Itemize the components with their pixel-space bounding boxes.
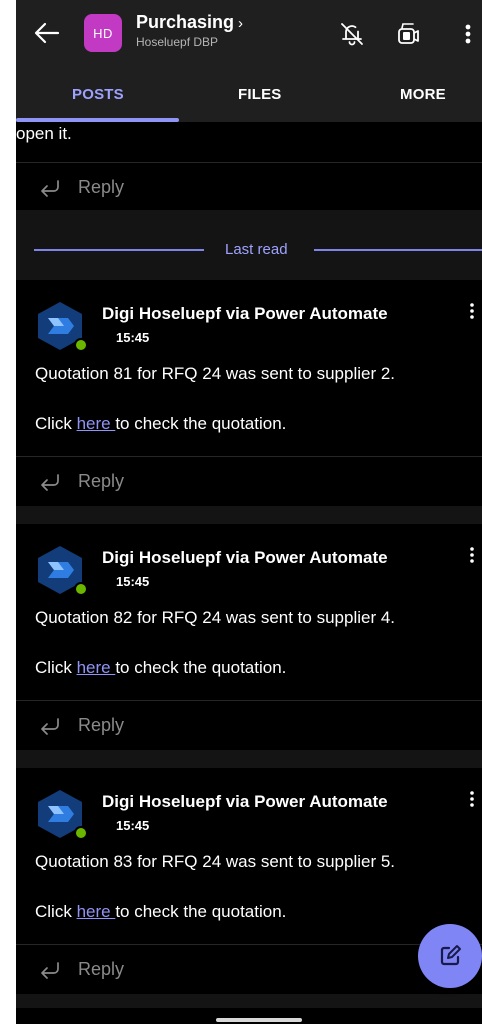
home-indicator[interactable] xyxy=(216,1018,302,1022)
divider xyxy=(16,700,482,701)
reply-label: Reply xyxy=(78,959,125,979)
more-vertical-icon[interactable] xyxy=(464,300,480,324)
quotation-link[interactable]: here xyxy=(77,414,116,433)
post-message: Quotation 81 for RFQ 24 was sent to supp… xyxy=(35,364,396,383)
post-message: open it. xyxy=(16,124,72,143)
tab-files[interactable]: FILES xyxy=(238,86,282,103)
divider xyxy=(16,944,482,945)
post-link-line: Click here to check the quotation. xyxy=(35,902,286,922)
compose-icon xyxy=(440,945,461,966)
last-read-separator: Last read xyxy=(16,210,482,280)
post-link-line: Click here to check the quotation. xyxy=(35,658,286,678)
channel-title-block[interactable]: Purchasing › Hoseluepf DBP xyxy=(136,12,243,49)
reply-arrow-icon xyxy=(41,962,59,979)
reply-button[interactable]: Reply xyxy=(16,946,482,994)
last-read-label: Last read xyxy=(225,241,288,258)
quotation-link[interactable]: here xyxy=(77,658,116,677)
channel-title: Purchasing xyxy=(136,12,235,32)
more-vertical-icon[interactable] xyxy=(464,544,480,568)
link-prefix: Click xyxy=(35,658,77,677)
sender-name[interactable]: Digi Hoseluepf via Power Automate xyxy=(102,548,388,568)
reply-button[interactable]: Reply xyxy=(16,458,482,506)
presence-icon xyxy=(74,826,88,840)
reply-label: Reply xyxy=(78,471,125,491)
post-time: 15:45 xyxy=(116,330,150,345)
presence-icon xyxy=(74,338,88,352)
post-card: Digi Hoseluepf via Power Automate 15:45 … xyxy=(16,768,482,994)
bell-off-icon[interactable] xyxy=(338,20,366,48)
app-header: HD Purchasing › Hoseluepf DBP xyxy=(16,0,482,68)
link-suffix: to check the quotation. xyxy=(115,658,287,677)
team-avatar[interactable]: HD xyxy=(84,14,122,52)
reply-arrow-icon xyxy=(41,180,59,197)
more-vertical-icon[interactable] xyxy=(464,788,480,812)
reply-arrow-icon xyxy=(41,474,59,491)
reply-button[interactable]: Reply xyxy=(16,702,482,750)
post-card: Digi Hoseluepf via Power Automate 15:45 … xyxy=(16,524,482,750)
video-call-icon[interactable] xyxy=(394,20,422,48)
teams-channel-screen: HD Purchasing › Hoseluepf DBP POSTS FILES… xyxy=(16,0,482,1024)
link-prefix: Click xyxy=(35,414,77,433)
divider xyxy=(16,456,482,457)
reply-label: Reply xyxy=(78,715,125,735)
separator-line xyxy=(314,249,482,251)
post-time: 15:45 xyxy=(116,574,150,589)
back-arrow-icon[interactable] xyxy=(32,18,62,48)
link-prefix: Click xyxy=(35,902,77,921)
reply-button[interactable]: Reply xyxy=(16,164,482,212)
divider xyxy=(16,162,482,163)
post-card: Digi Hoseluepf via Power Automate 15:45 … xyxy=(16,280,482,506)
post-message: Quotation 83 for RFQ 24 was sent to supp… xyxy=(35,852,396,871)
quotation-link[interactable]: here xyxy=(77,902,116,921)
chevron-right-icon: › xyxy=(238,15,244,32)
post-message: Quotation 82 for RFQ 24 was sent to supp… xyxy=(35,608,396,627)
link-suffix: to check the quotation. xyxy=(115,902,287,921)
reply-label: Reply xyxy=(78,177,125,197)
post-link-line: Click here to check the quotation. xyxy=(35,414,286,434)
sender-name[interactable]: Digi Hoseluepf via Power Automate xyxy=(102,792,388,812)
compose-button[interactable] xyxy=(418,924,482,988)
channel-tabs: POSTS FILES MORE xyxy=(16,68,482,122)
reply-arrow-icon xyxy=(41,718,59,735)
sender-name[interactable]: Digi Hoseluepf via Power Automate xyxy=(102,304,388,324)
team-name: Hoseluepf DBP xyxy=(136,35,219,49)
tab-more[interactable]: MORE xyxy=(400,86,446,103)
presence-icon xyxy=(74,582,88,596)
separator-line xyxy=(34,249,204,251)
previous-post: open it. Reply xyxy=(16,122,482,210)
link-suffix: to check the quotation. xyxy=(115,414,287,433)
post-time: 15:45 xyxy=(116,818,150,833)
more-vertical-icon[interactable] xyxy=(460,20,476,48)
tab-posts[interactable]: POSTS xyxy=(72,86,124,103)
